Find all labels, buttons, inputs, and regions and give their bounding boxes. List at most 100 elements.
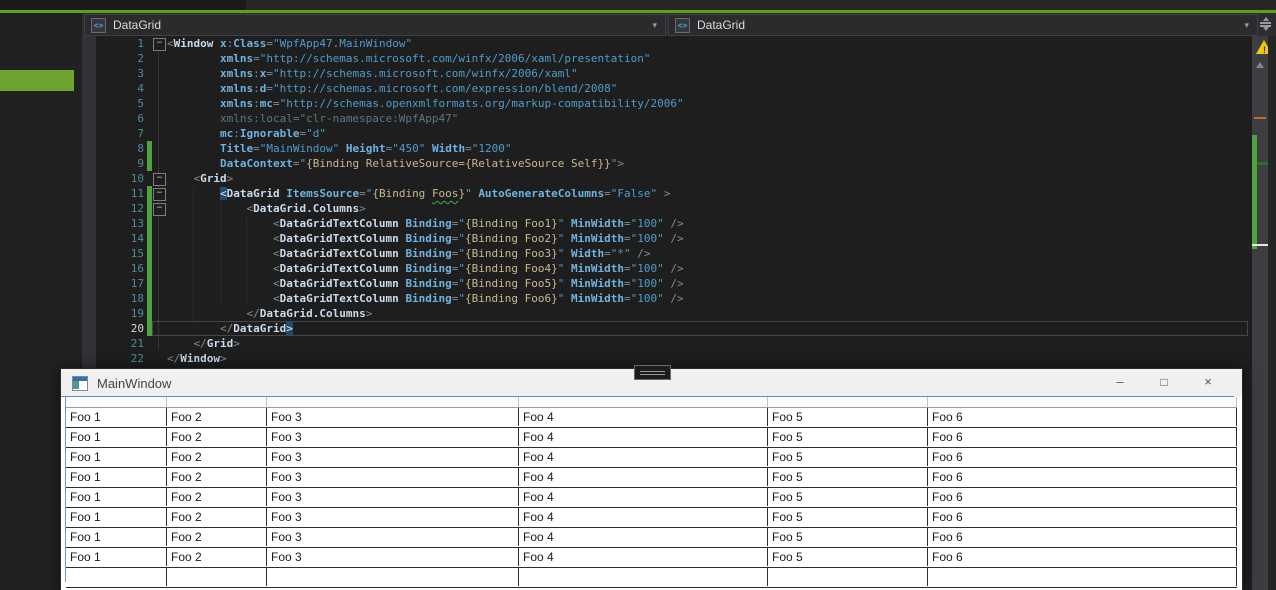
fold-collapse-glyph[interactable]: − xyxy=(153,38,166,51)
datagrid-cell[interactable] xyxy=(768,568,928,586)
datagrid-cell[interactable]: Foo 2 xyxy=(167,428,267,446)
datagrid-cell[interactable]: Foo 6 xyxy=(928,448,1237,466)
datagrid-cell[interactable]: Foo 3 xyxy=(267,408,519,426)
element-dropdown-left[interactable]: <> DataGrid ▾ xyxy=(84,14,666,36)
datagrid-header-cell[interactable] xyxy=(267,397,519,407)
datagrid-header-cell[interactable] xyxy=(167,397,267,407)
code-line[interactable]: xmlns:local="clr-namespace:WpfApp47" xyxy=(167,111,458,126)
datagrid-cell[interactable]: Foo 2 xyxy=(167,508,267,526)
datagrid[interactable]: Foo 1 Foo 2 Foo 3 Foo 4 Foo 5 Foo 6 Foo 1 Foo 2… xyxy=(66,397,1237,588)
code-line[interactable]: DataContext="{Binding RelativeSource={Re… xyxy=(167,156,624,171)
code-line[interactable]: </Grid> xyxy=(167,336,240,351)
datagrid-cell[interactable]: Foo 4 xyxy=(519,548,768,566)
datagrid-cell[interactable]: Foo 2 xyxy=(167,468,267,486)
fold-collapse-glyph[interactable]: − xyxy=(153,173,166,186)
scrollbar-up-arrow-icon[interactable] xyxy=(1256,62,1264,68)
datagrid-header-cell[interactable] xyxy=(928,397,1237,407)
datagrid-cell[interactable]: Foo 5 xyxy=(768,448,928,466)
chevron-down-icon[interactable]: ▾ xyxy=(652,20,657,31)
datagrid-cell[interactable]: Foo 4 xyxy=(519,468,768,486)
datagrid-cell[interactable]: Foo 3 xyxy=(267,448,519,466)
datagrid-cell[interactable]: Foo 4 xyxy=(519,508,768,526)
code-line[interactable]: xmlns:d="http://schemas.microsoft.com/ex… xyxy=(167,81,617,96)
datagrid-cell[interactable] xyxy=(167,568,267,586)
datagrid-header-cell[interactable] xyxy=(519,397,768,407)
datagrid-cell[interactable]: Foo 3 xyxy=(267,528,519,546)
datagrid-cell[interactable]: Foo 3 xyxy=(267,548,519,566)
datagrid-header-cell[interactable] xyxy=(66,397,167,407)
datagrid-cell[interactable]: Foo 1 xyxy=(66,448,167,466)
datagrid-cell[interactable]: Foo 6 xyxy=(928,428,1237,446)
datagrid-cell[interactable] xyxy=(267,568,519,586)
code-line[interactable]: <DataGridTextColumn Binding="{Binding Fo… xyxy=(167,291,684,306)
datagrid-cell[interactable]: Foo 1 xyxy=(66,468,167,486)
datagrid-row[interactable]: Foo 1 Foo 2 Foo 3 Foo 4 Foo 5 Foo 6 xyxy=(66,468,1237,488)
code-line[interactable]: </Window> xyxy=(167,351,227,366)
code-line[interactable]: mc:Ignorable="d" xyxy=(167,126,326,141)
datagrid-header-cell[interactable] xyxy=(768,397,928,407)
datagrid-cell[interactable]: Foo 6 xyxy=(928,408,1237,426)
datagrid-cell[interactable]: Foo 4 xyxy=(519,408,768,426)
code-line[interactable]: <DataGrid.Columns> xyxy=(167,201,365,216)
datagrid-cell[interactable]: Foo 5 xyxy=(768,528,928,546)
datagrid-cell[interactable]: Foo 3 xyxy=(267,468,519,486)
code-line[interactable]: <Window x:Class="WpfApp47.MainWindow" xyxy=(167,36,412,51)
datagrid-row[interactable]: Foo 1 Foo 2 Foo 3 Foo 4 Foo 5 Foo 6 xyxy=(66,448,1237,468)
datagrid-cell[interactable]: Foo 1 xyxy=(66,548,167,566)
datagrid-cell[interactable]: Foo 5 xyxy=(768,548,928,566)
datagrid-row[interactable]: Foo 1 Foo 2 Foo 3 Foo 4 Foo 5 Foo 6 xyxy=(66,548,1237,568)
editor-split-grip-icon[interactable] xyxy=(1258,16,1274,32)
datagrid-cell[interactable]: Foo 2 xyxy=(167,528,267,546)
datagrid-cell[interactable]: Foo 5 xyxy=(768,428,928,446)
datagrid-row[interactable]: Foo 1 Foo 2 Foo 3 Foo 4 Foo 5 Foo 6 xyxy=(66,508,1237,528)
fold-collapse-glyph[interactable]: − xyxy=(153,203,166,216)
code-line[interactable]: <DataGridTextColumn Binding="{Binding Fo… xyxy=(167,231,684,246)
datagrid-cell[interactable]: Foo 6 xyxy=(928,548,1237,566)
code-line[interactable]: <DataGridTextColumn Binding="{Binding Fo… xyxy=(167,276,684,291)
code-line[interactable]: Title="MainWindow" Height="450" Width="1… xyxy=(167,141,511,156)
datagrid-cell[interactable]: Foo 2 xyxy=(167,448,267,466)
datagrid-cell[interactable]: Foo 6 xyxy=(928,528,1237,546)
datagrid-row[interactable]: Foo 1 Foo 2 Foo 3 Foo 4 Foo 5 Foo 6 xyxy=(66,408,1237,428)
chevron-down-icon[interactable]: ▾ xyxy=(1244,20,1249,31)
datagrid-cell[interactable]: Foo 5 xyxy=(768,488,928,506)
code-line[interactable]: <DataGridTextColumn Binding="{Binding Fo… xyxy=(167,216,684,231)
datagrid-cell[interactable]: Foo 6 xyxy=(928,488,1237,506)
datagrid-cell[interactable]: Foo 1 xyxy=(66,488,167,506)
code-line[interactable]: <Grid> xyxy=(167,171,234,186)
datagrid-cell[interactable]: Foo 4 xyxy=(519,528,768,546)
datagrid-cell[interactable]: Foo 5 xyxy=(768,468,928,486)
datagrid-cell[interactable]: Foo 2 xyxy=(167,488,267,506)
datagrid-cell[interactable]: Foo 3 xyxy=(267,488,519,506)
datagrid-cell[interactable]: Foo 5 xyxy=(768,508,928,526)
datagrid-cell[interactable]: Foo 4 xyxy=(519,488,768,506)
datagrid-cell[interactable]: Foo 3 xyxy=(267,428,519,446)
datagrid-cell[interactable]: Foo 2 xyxy=(167,408,267,426)
datagrid-cell[interactable]: Foo 3 xyxy=(267,508,519,526)
datagrid-row[interactable]: Foo 1 Foo 2 Foo 3 Foo 4 Foo 5 Foo 6 xyxy=(66,528,1237,548)
vertical-scrollbar[interactable] xyxy=(1252,36,1268,590)
maximize-button[interactable]: □ xyxy=(1142,369,1186,397)
datagrid-cell[interactable]: Foo 1 xyxy=(66,508,167,526)
code-line[interactable]: <DataGridTextColumn Binding="{Binding Fo… xyxy=(167,246,651,261)
fold-collapse-glyph[interactable]: − xyxy=(153,188,166,201)
datagrid-cell[interactable]: Foo 1 xyxy=(66,408,167,426)
code-line[interactable]: </DataGrid> xyxy=(167,321,293,336)
drag-handle[interactable] xyxy=(634,365,671,380)
element-dropdown-right[interactable]: <> DataGrid ▾ xyxy=(668,14,1258,36)
datagrid-cell[interactable]: Foo 4 xyxy=(519,448,768,466)
datagrid-cell[interactable]: Foo 6 xyxy=(928,508,1237,526)
datagrid-cell[interactable] xyxy=(66,568,167,586)
datagrid-new-item-row[interactable] xyxy=(66,568,1237,588)
datagrid-cell[interactable] xyxy=(928,568,1237,586)
close-button[interactable]: × xyxy=(1186,369,1230,397)
datagrid-row[interactable]: Foo 1 Foo 2 Foo 3 Foo 4 Foo 5 Foo 6 xyxy=(66,428,1237,448)
code-line[interactable]: </DataGrid.Columns> xyxy=(167,306,372,321)
code-line[interactable]: xmlns:mc="http://schemas.openxmlformats.… xyxy=(167,96,684,111)
datagrid-cell[interactable]: Foo 6 xyxy=(928,468,1237,486)
datagrid-cell[interactable]: Foo 5 xyxy=(768,408,928,426)
code-line[interactable]: xmlns:x="http://schemas.microsoft.com/wi… xyxy=(167,66,578,81)
code-line[interactable]: <DataGrid ItemsSource="{Binding Foos}" A… xyxy=(167,186,670,201)
datagrid-cell[interactable]: Foo 1 xyxy=(66,528,167,546)
datagrid-cell[interactable]: Foo 2 xyxy=(167,548,267,566)
